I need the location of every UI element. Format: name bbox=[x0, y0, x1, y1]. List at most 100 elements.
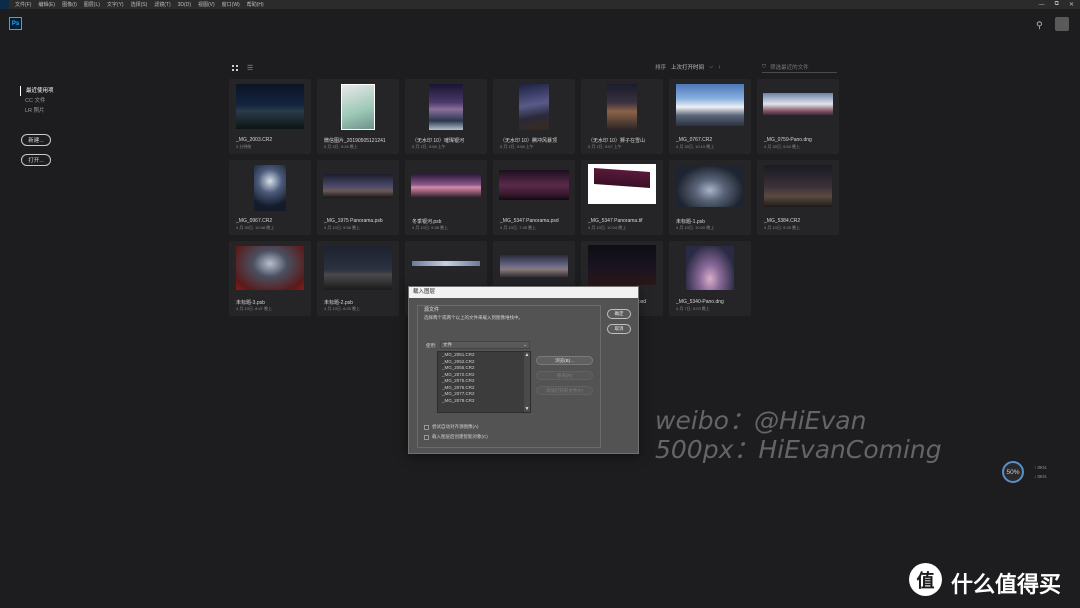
minimize-button[interactable]: — bbox=[1039, 2, 1045, 8]
chevron-down-icon: ⌄ bbox=[523, 342, 527, 347]
file-date: 5 月 2日, 9:57 上午 bbox=[588, 144, 622, 149]
sort-label: 排序 bbox=[655, 65, 667, 71]
file-card[interactable]: 冬季银河.psb 4 月 10日, 9:38 晚上 bbox=[405, 160, 487, 235]
file-date: 5 月 2日, 9:58 上午 bbox=[500, 144, 534, 149]
file-thumbnail bbox=[676, 84, 744, 126]
file-date: 4 月 30日, 10:19 晚上 bbox=[676, 144, 715, 149]
sort-value[interactable]: 上次打开时间 bbox=[671, 63, 704, 71]
list-item[interactable]: _MG_2078.CR2 bbox=[438, 398, 530, 405]
file-card[interactable]: _MG_2003.CR2 3 分钟前 bbox=[229, 79, 311, 154]
chevron-down-icon[interactable]: ⌵ bbox=[709, 64, 713, 71]
nav-lr-photos[interactable]: LR 照片 bbox=[20, 106, 80, 116]
file-card[interactable]: _MG_5347 Panorama.tif 4 月 10日, 10:04 晚上 bbox=[581, 160, 663, 235]
file-card[interactable]: _MG_0967.CR2 4 月 30日, 10:48 晚上 bbox=[229, 160, 311, 235]
file-card[interactable]: 未标题-1.psb 4 月 10日, 10:20 晚上 bbox=[669, 160, 751, 235]
sort-control[interactable]: 排序 上次打开时间 ⌵ ↓ bbox=[655, 63, 721, 72]
dialog-title: 载入图层 bbox=[409, 287, 638, 298]
menu-bar: 文件(F) 编辑(E) 图像(I) 图层(L) 文字(Y) 选择(S) 滤镜(T… bbox=[0, 0, 1080, 9]
account-avatar[interactable] bbox=[1055, 17, 1069, 31]
menu-type[interactable]: 文字(Y) bbox=[107, 1, 124, 8]
source-file-list[interactable]: _MG_2051.CR2 _MG_2052.CR2 _MG_2055.CR2 _… bbox=[437, 351, 531, 413]
menu-file[interactable]: 文件(F) bbox=[15, 1, 31, 8]
file-card[interactable]: 未标题-3.psb 4 月 10日, 8:47 晚上 bbox=[229, 241, 311, 316]
file-date: 4 月 10日, 10:04 晚上 bbox=[588, 225, 627, 230]
cancel-button[interactable]: 取消 bbox=[607, 324, 631, 334]
scroll-down-icon[interactable]: ▼ bbox=[524, 406, 530, 412]
checkbox-box[interactable] bbox=[424, 434, 429, 440]
search-icon[interactable]: ⚲ bbox=[1036, 20, 1043, 31]
file-thumbnail bbox=[324, 246, 392, 290]
file-name: _MG_1975 Panorama.psb bbox=[324, 218, 383, 224]
file-thumbnail bbox=[236, 84, 304, 129]
ok-button[interactable]: 确定 bbox=[607, 309, 631, 319]
scroll-up-icon[interactable]: ▲ bbox=[524, 352, 530, 358]
menu-edit[interactable]: 编辑(E) bbox=[38, 1, 55, 8]
file-card[interactable]: _MG_1975 Panorama.psb 4 月 10日, 9:56 晚上 bbox=[317, 160, 399, 235]
restore-button[interactable]: ⧉ bbox=[1055, 1, 1059, 8]
file-card[interactable]: _MG_0767.CR2 4 月 30日, 10:19 晚上 bbox=[669, 79, 751, 154]
auto-align-checkbox[interactable]: 尝试自动对齐源图像(A) bbox=[424, 424, 479, 430]
filter-placeholder: 筛选最近的文件 bbox=[770, 65, 809, 71]
network-speed-widget[interactable]: 50% bbox=[1002, 461, 1024, 483]
file-card[interactable]: （无水印 10）璀璨银河 5 月 2日, 9:58 上午 bbox=[405, 79, 487, 154]
use-label: 使用: bbox=[426, 343, 437, 348]
menu-filter[interactable]: 滤镜(T) bbox=[154, 1, 170, 8]
file-date: 4 月 10日, 9:38 晚上 bbox=[412, 225, 449, 230]
menu-view[interactable]: 视图(V) bbox=[198, 1, 215, 8]
filter-icon: ⛉ bbox=[762, 63, 767, 70]
file-thumbnail bbox=[500, 255, 568, 279]
file-date: 4 月 30日, 10:48 晚上 bbox=[236, 225, 275, 230]
nav-recent[interactable]: 最近使用项 bbox=[20, 86, 80, 96]
list-view-icon[interactable]: ☰ bbox=[247, 64, 253, 72]
menu-image[interactable]: 图像(I) bbox=[62, 1, 77, 8]
upload-speed: ↑ 0K/s bbox=[1034, 465, 1047, 470]
pano-shape bbox=[594, 168, 650, 188]
watermark-500px: 500px：HiEvanComing bbox=[655, 435, 942, 464]
file-card[interactable]: _MG_5384.CR2 4 月 10日, 9:25 晚上 bbox=[757, 160, 839, 235]
file-thumbnail bbox=[236, 246, 304, 290]
remove-button[interactable]: 移去(R) bbox=[536, 371, 593, 380]
new-button[interactable]: 新建... bbox=[21, 134, 51, 146]
file-name: （无水印 10）腾冲风暴顶 bbox=[500, 138, 557, 144]
browse-button[interactable]: 浏览(B)... bbox=[536, 356, 593, 365]
smart-object-checkbox[interactable]: 载入图层后创建智能对象(C) bbox=[424, 434, 488, 440]
use-select[interactable]: 文件 ⌄ bbox=[440, 341, 530, 349]
use-select-value: 文件 bbox=[443, 342, 452, 347]
progress-percent: 50% bbox=[1006, 468, 1020, 476]
file-card[interactable]: 未标题-2.psb 4 月 10日, 8:25 晚上 bbox=[317, 241, 399, 316]
file-thumbnail bbox=[519, 84, 549, 130]
load-layers-dialog: 载入图层 源文件 选择两个或两个以上的文件来载入到图像堆栈中。 使用: 文件 ⌄… bbox=[408, 286, 639, 454]
file-thumbnail bbox=[411, 174, 481, 198]
menu-window[interactable]: 窗口(W) bbox=[222, 1, 240, 8]
file-name: _MG_2003.CR2 bbox=[236, 137, 273, 143]
file-card[interactable]: 微信图片_20190505121241 5 月 5日, 9:26 晚上 bbox=[317, 79, 399, 154]
checkbox-label: 尝试自动对齐源图像(A) bbox=[432, 424, 479, 429]
open-button[interactable]: 打开... bbox=[21, 154, 51, 166]
file-thumbnail bbox=[429, 84, 463, 130]
file-card[interactable]: _MG_5347 Panorama.psd 4 月 10日, 7:48 晚上 bbox=[493, 160, 575, 235]
filter-input[interactable]: ⛉ 筛选最近的文件 bbox=[762, 62, 837, 73]
close-button[interactable]: ✕ bbox=[1069, 1, 1074, 8]
file-thumbnail bbox=[499, 170, 569, 200]
menu-layer[interactable]: 图层(L) bbox=[84, 1, 100, 8]
file-card[interactable]: _MG_5340-Pano.dng 4 月 7日, 9:03 晚上 bbox=[669, 241, 751, 316]
add-open-files-button[interactable]: 添加打开的文件(F) bbox=[536, 386, 593, 395]
checkbox-box[interactable] bbox=[424, 424, 429, 430]
grid-view-icon[interactable] bbox=[232, 65, 238, 71]
menu-3d[interactable]: 3D(D) bbox=[178, 2, 191, 8]
photoshop-logo[interactable]: Ps bbox=[9, 17, 22, 30]
file-thumbnail bbox=[607, 84, 637, 130]
file-thumbnail bbox=[764, 165, 832, 207]
file-thumbnail bbox=[323, 174, 393, 198]
list-scrollbar[interactable] bbox=[524, 352, 530, 412]
file-card[interactable]: （无水印 10）腾冲风暴顶 5 月 2日, 9:58 上午 bbox=[493, 79, 575, 154]
menu-select[interactable]: 选择(S) bbox=[131, 1, 148, 8]
file-card[interactable]: （无水印 10）狮子在雪山 5 月 2日, 9:57 上午 bbox=[581, 79, 663, 154]
nav-cc-files[interactable]: CC 文件 bbox=[20, 96, 80, 106]
file-date: 4 月 10日, 10:20 晚上 bbox=[676, 225, 715, 230]
sort-direction-icon[interactable]: ↓ bbox=[718, 64, 721, 70]
recent-files-grid: _MG_2003.CR2 3 分钟前 微信图片_20190505121241 5… bbox=[229, 79, 839, 319]
file-name: _MG_0967.CR2 bbox=[236, 218, 273, 224]
file-card[interactable]: _MG_0759-Pano.dng 4 月 30日, 9:54 晚上 bbox=[757, 79, 839, 154]
menu-help[interactable]: 帮助(H) bbox=[247, 1, 264, 8]
